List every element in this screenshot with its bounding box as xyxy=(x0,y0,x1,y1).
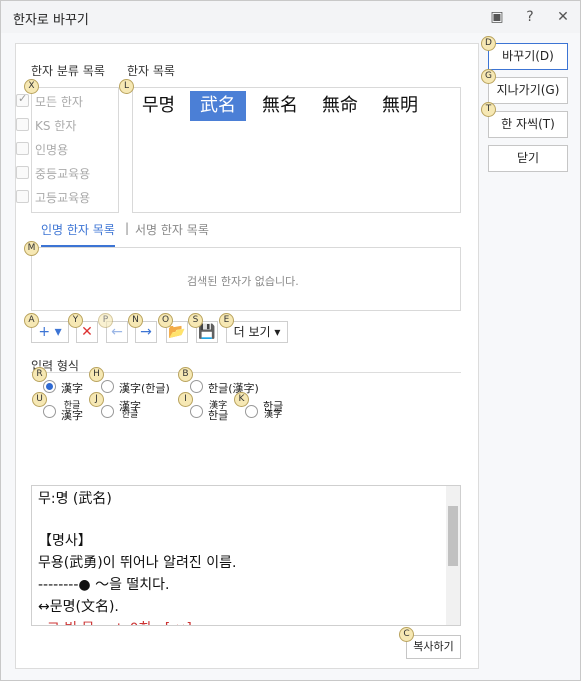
radio-label: 한글(漢字) xyxy=(208,382,259,395)
checkbox-icon[interactable] xyxy=(16,118,29,131)
badge-a: A xyxy=(24,313,39,328)
copy-button[interactable]: 복사하기 xyxy=(406,635,461,659)
scroll-thumb[interactable] xyxy=(448,506,458,566)
badge-d: D xyxy=(481,36,496,51)
help-button[interactable]: ? xyxy=(520,7,540,27)
desc-definition: 무용(武勇)이 뛰어나 알려진 이름. xyxy=(38,555,237,571)
radio-stacked[interactable] xyxy=(190,405,203,418)
badge-s: S xyxy=(188,313,203,328)
badge-r: R xyxy=(32,367,47,382)
hanja-item[interactable]: 無命 xyxy=(312,91,368,121)
hanja-list-title: 한자 목록 xyxy=(127,64,175,78)
close-icon[interactable]: ✕ xyxy=(553,7,573,27)
radio-stacked[interactable] xyxy=(43,405,56,418)
badge-b: B xyxy=(178,367,193,382)
category-item[interactable]: KS 한자 xyxy=(16,117,76,134)
checkbox-icon[interactable] xyxy=(16,142,29,155)
replace-button[interactable]: 바꾸기(D) xyxy=(488,43,568,70)
desc-pos: 【명사】 xyxy=(38,533,92,549)
window-title: 한자로 바꾸기 xyxy=(13,13,89,28)
more-dropdown[interactable]: 더 보기 ▾ xyxy=(226,321,288,343)
badge-n: N xyxy=(128,313,143,328)
scrollbar[interactable] xyxy=(446,486,460,625)
radio-label: 漢字 한글 xyxy=(208,401,229,422)
hanja-item[interactable]: 무명 xyxy=(132,91,185,121)
tab-person-hanja[interactable]: 인명 한자 목록 xyxy=(41,221,115,247)
hanja-item[interactable]: 無明 xyxy=(372,91,428,121)
radio-label: 漢字(한글) xyxy=(119,382,170,395)
radio-hangul-hanja[interactable] xyxy=(190,380,203,393)
radio-label: 한글 漢字 xyxy=(263,400,284,420)
desc-antonym: ↔문명(文名). xyxy=(38,599,119,615)
empty-message: 검색된 한자가 없습니다. xyxy=(187,275,299,288)
hanja-item[interactable]: 無名 xyxy=(252,91,308,121)
badge-i: I xyxy=(178,392,193,407)
char-by-char-button[interactable]: 한 자씩(T) xyxy=(488,111,568,138)
badge-o: O xyxy=(158,313,173,328)
badge-p: P xyxy=(98,313,113,328)
radio-stacked[interactable] xyxy=(101,405,114,418)
checkbox-icon[interactable] xyxy=(16,190,29,203)
category-title: 한자 분류 목록 xyxy=(31,64,105,78)
desc-line: · 고 빈 무 ·· ㅎ 0희 · [ ×] xyxy=(38,618,192,625)
category-item[interactable]: 고등교육용 xyxy=(16,189,90,206)
desc-headword: 무:명 (武名) xyxy=(38,491,112,507)
badge-y: Y xyxy=(68,313,83,328)
badge-t: T xyxy=(481,102,496,117)
desc-example: --------● ～을 떨치다. xyxy=(38,577,170,593)
checkbox-icon[interactable] xyxy=(16,92,29,107)
badge-e: E xyxy=(219,313,234,328)
radio-label: 한글 漢字 xyxy=(61,401,83,422)
badge-j: J xyxy=(89,392,104,407)
badge-m: M xyxy=(24,241,39,256)
close-button[interactable]: 닫기 xyxy=(488,145,568,172)
radio-hanja[interactable] xyxy=(43,380,56,393)
badge-c: C xyxy=(399,627,414,642)
radio-label: 漢字 xyxy=(61,382,83,395)
checkbox-icon[interactable] xyxy=(16,166,29,179)
radio-stacked[interactable] xyxy=(245,405,258,418)
category-item[interactable]: 모든 한자 xyxy=(16,92,83,110)
description-area[interactable]: 무:명 (武名) 【명사】 무용(武勇)이 뛰어나 알려진 이름. ------… xyxy=(31,485,461,626)
category-item[interactable]: 중등교육용 xyxy=(16,165,90,182)
dialog-window: 한자로 바꾸기 ▣ ? ✕ 한자 분류 목록 X 모든 한자 KS 한자 인명용… xyxy=(0,0,581,681)
title-bar: 한자로 바꾸기 ▣ ? ✕ xyxy=(1,1,580,33)
hanja-item-selected[interactable]: 武名 xyxy=(190,91,246,121)
badge-g: G xyxy=(481,69,496,84)
badge-u: U xyxy=(32,392,47,407)
badge-k: K xyxy=(234,392,249,407)
radio-hanja-hangul[interactable] xyxy=(101,380,114,393)
skip-button[interactable]: 지나가기(G) xyxy=(488,77,568,104)
category-item[interactable]: 인명용 xyxy=(16,141,68,158)
radio-label: 漢字 한글 xyxy=(119,400,141,420)
badge-h: H xyxy=(89,367,104,382)
tab-divider: | xyxy=(125,221,130,235)
comment-icon[interactable]: ▣ xyxy=(487,7,507,27)
tab-signature-hanja[interactable]: 서명 한자 목록 xyxy=(135,221,209,238)
